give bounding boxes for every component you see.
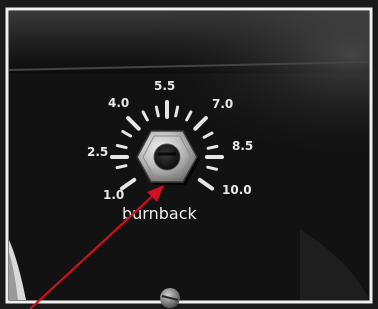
- scale-label-2-5: 2.5: [87, 145, 108, 159]
- scale-label-8-5: 8.5: [232, 139, 253, 153]
- bolt-center: [153, 143, 181, 171]
- scale-tick: [206, 165, 218, 171]
- scale-label-7-0: 7.0: [212, 97, 233, 111]
- scale-tick: [206, 144, 219, 150]
- scale-tick: [115, 164, 128, 170]
- scale-tick: [115, 144, 128, 150]
- scale-label-1-0: 1.0: [103, 188, 124, 202]
- photo-frame: 1.0 2.5 4.0 5.5 7.0 8.5 10.0 burnback: [0, 0, 378, 309]
- scale-tick: [174, 105, 180, 118]
- scale-label-4-0: 4.0: [108, 96, 129, 110]
- scale-label-5-5: 5.5: [154, 79, 175, 93]
- scale-tick: [154, 105, 160, 118]
- scale-label-10-0: 10.0: [222, 183, 252, 197]
- panel-screw: [160, 288, 180, 308]
